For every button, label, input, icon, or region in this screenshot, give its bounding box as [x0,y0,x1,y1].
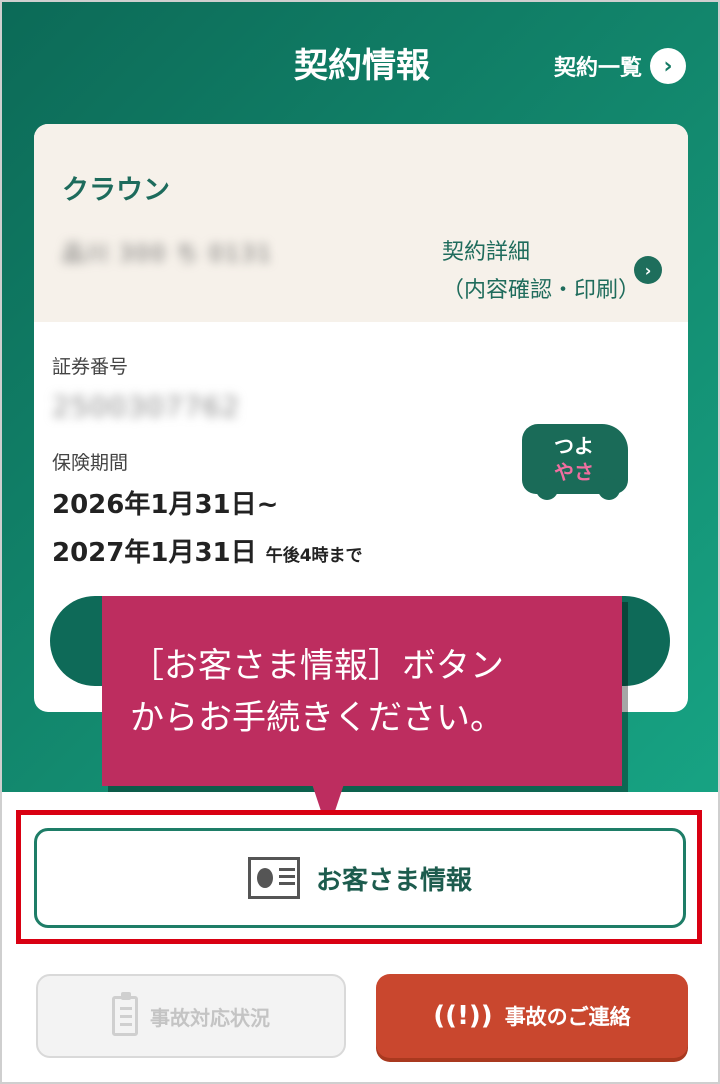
policy-number-label: 証券番号 [52,356,129,378]
badge-text-bottom: やさ [554,460,594,484]
contract-detail-sublabel: （内容確認・印刷） [442,278,641,303]
vehicle-name: クラウン [62,175,170,206]
contract-list-label: 契約一覧 [553,56,642,81]
policy-number: 2500307762 [52,390,241,423]
accident-status-button[interactable]: 事故対応状況 [36,974,346,1058]
callout-text: ［お客さま情報］ボタン からお手続きください。 [130,640,504,744]
badge-text-top: つよ [554,434,594,458]
customer-info-label: お客さま情報 [315,865,472,896]
callout-line-2: からお手続きください。 [130,698,504,738]
contract-detail-label: 契約詳細 [442,240,531,265]
guidance-callout: ［お客さま情報］ボタン からお手続きください。 [102,596,622,786]
period-label: 保険期間 [52,452,129,474]
accident-status-label: 事故対応状況 [150,1005,270,1030]
license-plate: 品川 300 ち 0131 [62,242,273,267]
period-end: 2027年1月31日 午後4時まで [52,532,363,569]
id-card-icon [247,857,300,899]
contract-detail-link[interactable]: 契約詳細 （内容確認・印刷） [442,234,640,310]
accident-contact-button[interactable]: ((!)) 事故のご連絡 [376,974,688,1058]
chevron-right-icon[interactable]: › [634,256,662,284]
accident-contact-label: 事故のご連絡 [504,1005,631,1029]
alert-signal-icon: ((!)) [433,1001,493,1031]
period-end-date: 2027年1月31日 [52,538,257,568]
period-end-suffix: 午後4時まで [265,546,363,566]
vehicle-section: クラウン 品川 300 ち 0131 契約詳細 （内容確認・印刷） › [34,124,688,322]
period-start: 2026年1月31日~ [52,490,279,520]
car-wheel [598,478,620,500]
tsuyo-yasa-car-badge: つよ やさ [518,418,638,504]
app-frame: 契約情報 契約一覧 › クラウン 品川 300 ち 0131 契約詳細 （内容確… [0,0,720,1084]
clipboard-icon [112,992,138,1036]
customer-info-button[interactable]: お客さま情報 [34,828,686,928]
chevron-right-icon: › [650,48,686,84]
callout-line-1: ［お客さま情報］ボタン [130,646,504,686]
contract-list-link[interactable]: 契約一覧 › [554,48,686,84]
